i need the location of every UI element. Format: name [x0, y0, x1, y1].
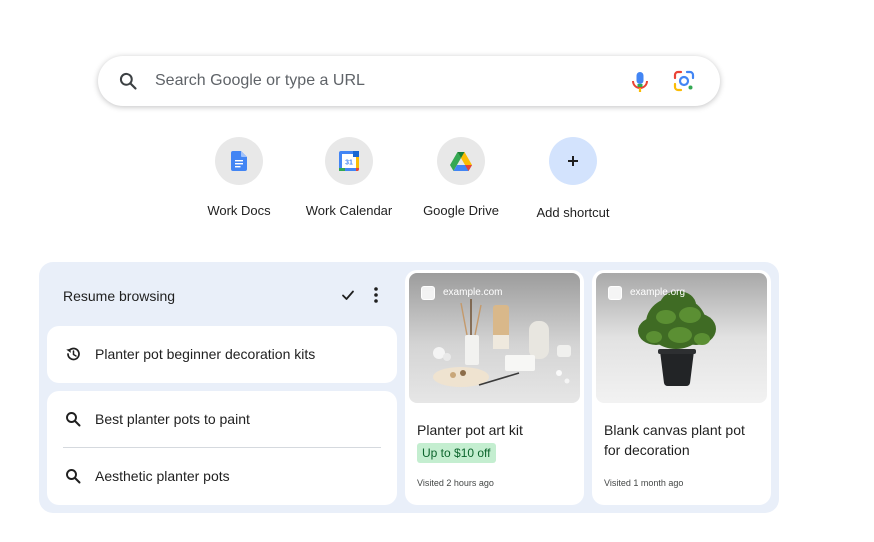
search-icon	[119, 72, 137, 90]
search-box[interactable]	[98, 56, 720, 106]
search-icon	[66, 412, 81, 427]
shortcut-work-docs[interactable]: Work Docs	[183, 137, 295, 227]
calendar-icon: 31	[339, 151, 359, 171]
product-image-plant-pot: example.org	[596, 273, 767, 403]
resume-browsing-panel: Resume browsing Planter pot beginner dec…	[39, 262, 779, 513]
product-card-art-kit[interactable]: example.com Planter pot art kit Up to $1…	[405, 270, 584, 505]
list-item-text: Planter pot beginner decoration kits	[95, 346, 316, 362]
shortcut-tile: 31	[325, 137, 373, 185]
more-options-icon[interactable]	[370, 286, 382, 304]
discount-badge: Up to $10 off	[417, 443, 496, 463]
card-title: Planter pot art kit	[417, 422, 523, 438]
shortcut-label: Work Docs	[207, 203, 271, 218]
drive-icon	[450, 151, 472, 171]
list-item[interactable]: Best planter pots to paint	[47, 391, 397, 448]
shortcut-tile	[437, 137, 485, 185]
history-icon	[66, 347, 80, 361]
shortcut-label: Add shortcut	[536, 205, 610, 220]
shortcut-label: Google Drive	[423, 203, 499, 218]
list-item-text: Aesthetic planter pots	[95, 468, 230, 484]
plus-icon	[568, 156, 578, 166]
card-title: Blank canvas plant pot for decoration	[604, 422, 745, 458]
list-item[interactable]: Aesthetic planter pots	[47, 448, 397, 505]
product-image-art-kit: example.com	[409, 273, 580, 403]
check-icon[interactable]	[341, 288, 355, 302]
search-items-card: Best planter pots to paint Aesthetic pla…	[47, 391, 397, 505]
shortcut-work-calendar[interactable]: 31 Work Calendar	[293, 137, 405, 227]
shortcut-label: Work Calendar	[305, 203, 393, 218]
search-icon	[66, 469, 81, 484]
history-item-card: Planter pot beginner decoration kits	[47, 326, 397, 383]
favicon	[608, 286, 622, 300]
shortcut-google-drive[interactable]: Google Drive	[405, 137, 517, 227]
list-item[interactable]: Planter pot beginner decoration kits	[47, 326, 397, 383]
product-card-plant-pot[interactable]: example.org Blank canvas plant pot for d…	[592, 270, 771, 505]
card-domain: example.org	[630, 287, 686, 298]
google-lens-icon[interactable]	[672, 69, 696, 93]
visited-time: Visited 1 month ago	[604, 478, 684, 488]
docs-icon	[231, 151, 247, 171]
favicon	[421, 286, 435, 300]
card-domain: example.com	[443, 287, 503, 298]
calendar-day: 31	[345, 160, 353, 167]
panel-title: Resume browsing	[63, 288, 176, 304]
shortcut-tile	[215, 137, 263, 185]
shortcut-tile	[549, 137, 597, 185]
visited-time: Visited 2 hours ago	[417, 478, 494, 488]
add-shortcut-button[interactable]: Add shortcut	[517, 137, 629, 227]
microphone-icon[interactable]	[629, 70, 651, 94]
list-item-text: Best planter pots to paint	[95, 411, 250, 427]
search-input[interactable]	[155, 68, 595, 94]
